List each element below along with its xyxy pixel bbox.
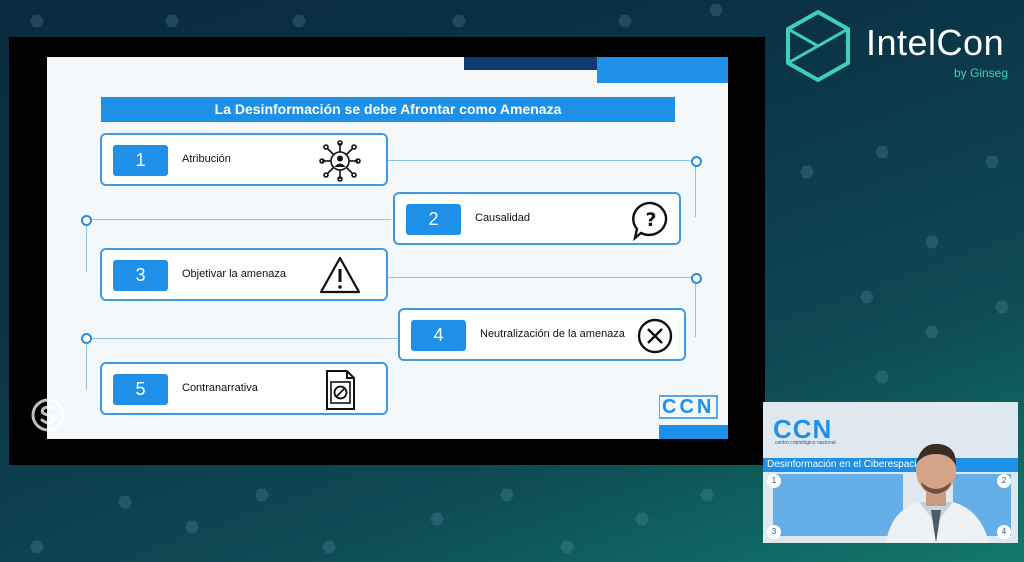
step-card-1: 1 Atribución <box>100 133 388 186</box>
step-label: Atribución <box>182 153 231 165</box>
connector-line <box>86 223 87 272</box>
connector-line <box>695 281 696 337</box>
step-number: 2 <box>406 204 461 235</box>
connector-dot <box>81 215 92 226</box>
network-person-icon <box>319 140 361 182</box>
pip-number: 4 <box>997 525 1011 539</box>
question-bubble-icon: ? <box>632 201 668 242</box>
step-card-4: 4 Neutralización de la amenaza <box>398 308 686 361</box>
connector-line <box>695 164 696 217</box>
step-number: 4 <box>411 320 466 351</box>
step-label: Objetivar la amenaza <box>182 268 286 280</box>
speaker-video: CCN centro criptológico nacional Desinfo… <box>763 402 1018 543</box>
connector-dot <box>81 333 92 344</box>
step-card-3: 3 Objetivar la amenaza <box>100 248 388 301</box>
step-card-5: 5 Contranarrativa <box>100 362 388 415</box>
connector-line <box>86 342 87 390</box>
pip-number: 2 <box>997 474 1011 488</box>
connector-line <box>387 277 692 278</box>
step-number: 1 <box>113 145 168 176</box>
slide-title: La Desinformación se debe Afrontar como … <box>101 97 675 122</box>
ccn-logo-text: CCN <box>662 396 715 418</box>
slide-header-bar-blue <box>597 57 728 83</box>
blocked-document-icon <box>326 370 355 410</box>
slide: La Desinformación se debe Afrontar como … <box>47 57 728 439</box>
skype-logo-icon <box>31 398 65 432</box>
step-label: Contranarrativa <box>182 382 258 394</box>
connector-dot <box>691 273 702 284</box>
svg-text:?: ? <box>645 209 656 231</box>
connector-line <box>90 338 397 339</box>
step-label: Neutralización de la amenaza <box>480 328 625 340</box>
circle-x-icon <box>637 318 673 354</box>
step-card-2: 2 Causalidad ? <box>393 192 681 245</box>
pip-subtitle: centro criptológico nacional <box>775 440 836 446</box>
connector-line <box>90 219 391 220</box>
step-number: 3 <box>113 260 168 291</box>
step-number: 5 <box>113 374 168 405</box>
slide-footer-bar <box>659 425 728 439</box>
intelcon-logo: IntelCon by Ginseg <box>780 8 1020 88</box>
pip-number: 3 <box>767 525 781 539</box>
intelcon-hex-logo-icon <box>786 9 850 83</box>
connector-line <box>387 160 692 161</box>
brand-subtitle: by Ginseg <box>954 66 1009 80</box>
brand-name: IntelCon <box>866 22 1005 63</box>
step-label: Causalidad <box>475 212 531 224</box>
connector-dot <box>691 156 702 167</box>
pip-number: 1 <box>767 474 781 488</box>
speaker-person <box>886 443 989 543</box>
warning-triangle-icon <box>319 256 361 294</box>
slide-header-bar-navy <box>464 57 597 70</box>
